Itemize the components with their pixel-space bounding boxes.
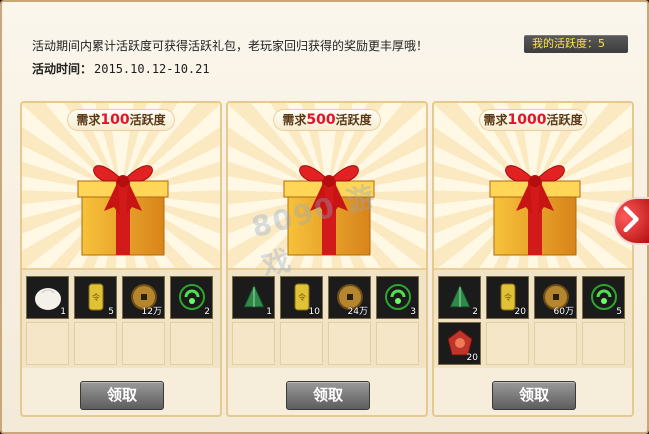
item-count: 2 (472, 307, 478, 317)
reward-slot[interactable]: 12万 (122, 276, 165, 319)
next-page-button[interactable] (613, 197, 649, 245)
card-header: 需求500活跃度 (228, 103, 426, 268)
claim-button[interactable]: 领取 (492, 381, 576, 410)
req-suffix: 活跃度 (335, 113, 372, 127)
item-count: 12万 (141, 307, 162, 317)
item-count: 2 (204, 307, 210, 317)
event-time: 活动时间： 2015.10.12-10.21 (32, 60, 210, 77)
reward-slot[interactable]: 3 (376, 276, 419, 319)
reward-slot (170, 322, 213, 365)
card-header: 需求1000活跃度 (434, 103, 632, 268)
requirement-tag: 需求100活跃度 (67, 109, 175, 131)
item-count: 5 (616, 307, 622, 317)
req-value: 1000 (507, 112, 547, 128)
reward-slot[interactable]: 令 5 (74, 276, 117, 319)
reward-card-100: 需求100活跃度 1 令 5 12万 2 领取 (20, 101, 222, 417)
item-count: 5 (108, 307, 114, 317)
reward-card-500: 需求500活跃度 1 令 10 24万 3 领取 (226, 101, 428, 417)
item-count: 3 (410, 307, 416, 317)
requirement-tag: 需求500活跃度 (273, 109, 381, 131)
reward-slot[interactable]: 1 (26, 276, 69, 319)
claim-button[interactable]: 领取 (80, 381, 164, 410)
reward-card-1000: 需求1000活跃度 2 令 20 60万 5 20 领取 (432, 101, 634, 417)
reward-slot (534, 322, 577, 365)
item-count: 10 (308, 307, 320, 317)
activity-panel: 活动期间内累计活跃度可获得活跃礼包，老玩家回归获得的奖励更丰厚哦！ 活动时间： 2… (0, 0, 649, 434)
req-suffix: 活跃度 (129, 113, 166, 127)
requirement-tag: 需求1000活跃度 (479, 109, 587, 131)
reward-grid: 2 令 20 60万 5 20 (434, 268, 632, 368)
reward-slot[interactable]: 2 (170, 276, 213, 319)
reward-slot[interactable]: 2 (438, 276, 481, 319)
reward-slot[interactable]: 令 10 (280, 276, 323, 319)
reward-slot (328, 322, 371, 365)
req-value: 100 (100, 112, 130, 128)
svg-text:令: 令 (92, 292, 100, 302)
event-notice: 活动期间内累计活跃度可获得活跃礼包，老玩家回归获得的奖励更丰厚哦！ (32, 39, 429, 53)
reward-slot (122, 322, 165, 365)
reward-slot[interactable]: 60万 (534, 276, 577, 319)
req-prefix: 需求 (282, 113, 307, 127)
req-value: 500 (306, 112, 336, 128)
reward-slot (582, 322, 625, 365)
req-prefix: 需求 (483, 113, 508, 127)
reward-slot (280, 322, 323, 365)
reward-slot[interactable]: 1 (232, 276, 275, 319)
reward-slot[interactable]: 5 (582, 276, 625, 319)
item-count: 24万 (347, 307, 368, 317)
reward-grid: 1 令 5 12万 2 (22, 268, 220, 368)
card-header: 需求100活跃度 (22, 103, 220, 268)
svg-text:令: 令 (504, 292, 512, 302)
event-time-label: 活动时间： (32, 62, 93, 76)
reward-slot (232, 322, 275, 365)
reward-slot[interactable]: 20 (438, 322, 481, 365)
item-count: 1 (266, 307, 272, 317)
event-time-value: 2015.10.12-10.21 (94, 62, 210, 76)
reward-slot (486, 322, 529, 365)
reward-slot[interactable]: 令 20 (486, 276, 529, 319)
req-suffix: 活跃度 (546, 113, 583, 127)
reward-slot (376, 322, 419, 365)
reward-slot (26, 322, 69, 365)
gift-box-icon (489, 165, 581, 256)
claim-button[interactable]: 领取 (286, 381, 370, 410)
my-activity-badge: 我的活跃度：5 (524, 35, 628, 53)
gift-box-icon (283, 165, 375, 256)
item-count: 1 (60, 307, 66, 317)
gift-box-icon (77, 165, 169, 256)
chevron-right-icon (623, 206, 639, 233)
reward-grid: 1 令 10 24万 3 (228, 268, 426, 368)
item-count: 20 (466, 353, 478, 363)
reward-slot (74, 322, 117, 365)
svg-text:令: 令 (298, 292, 306, 302)
item-count: 20 (514, 307, 526, 317)
req-prefix: 需求 (76, 113, 101, 127)
item-count: 60万 (553, 307, 574, 317)
reward-slot[interactable]: 24万 (328, 276, 371, 319)
